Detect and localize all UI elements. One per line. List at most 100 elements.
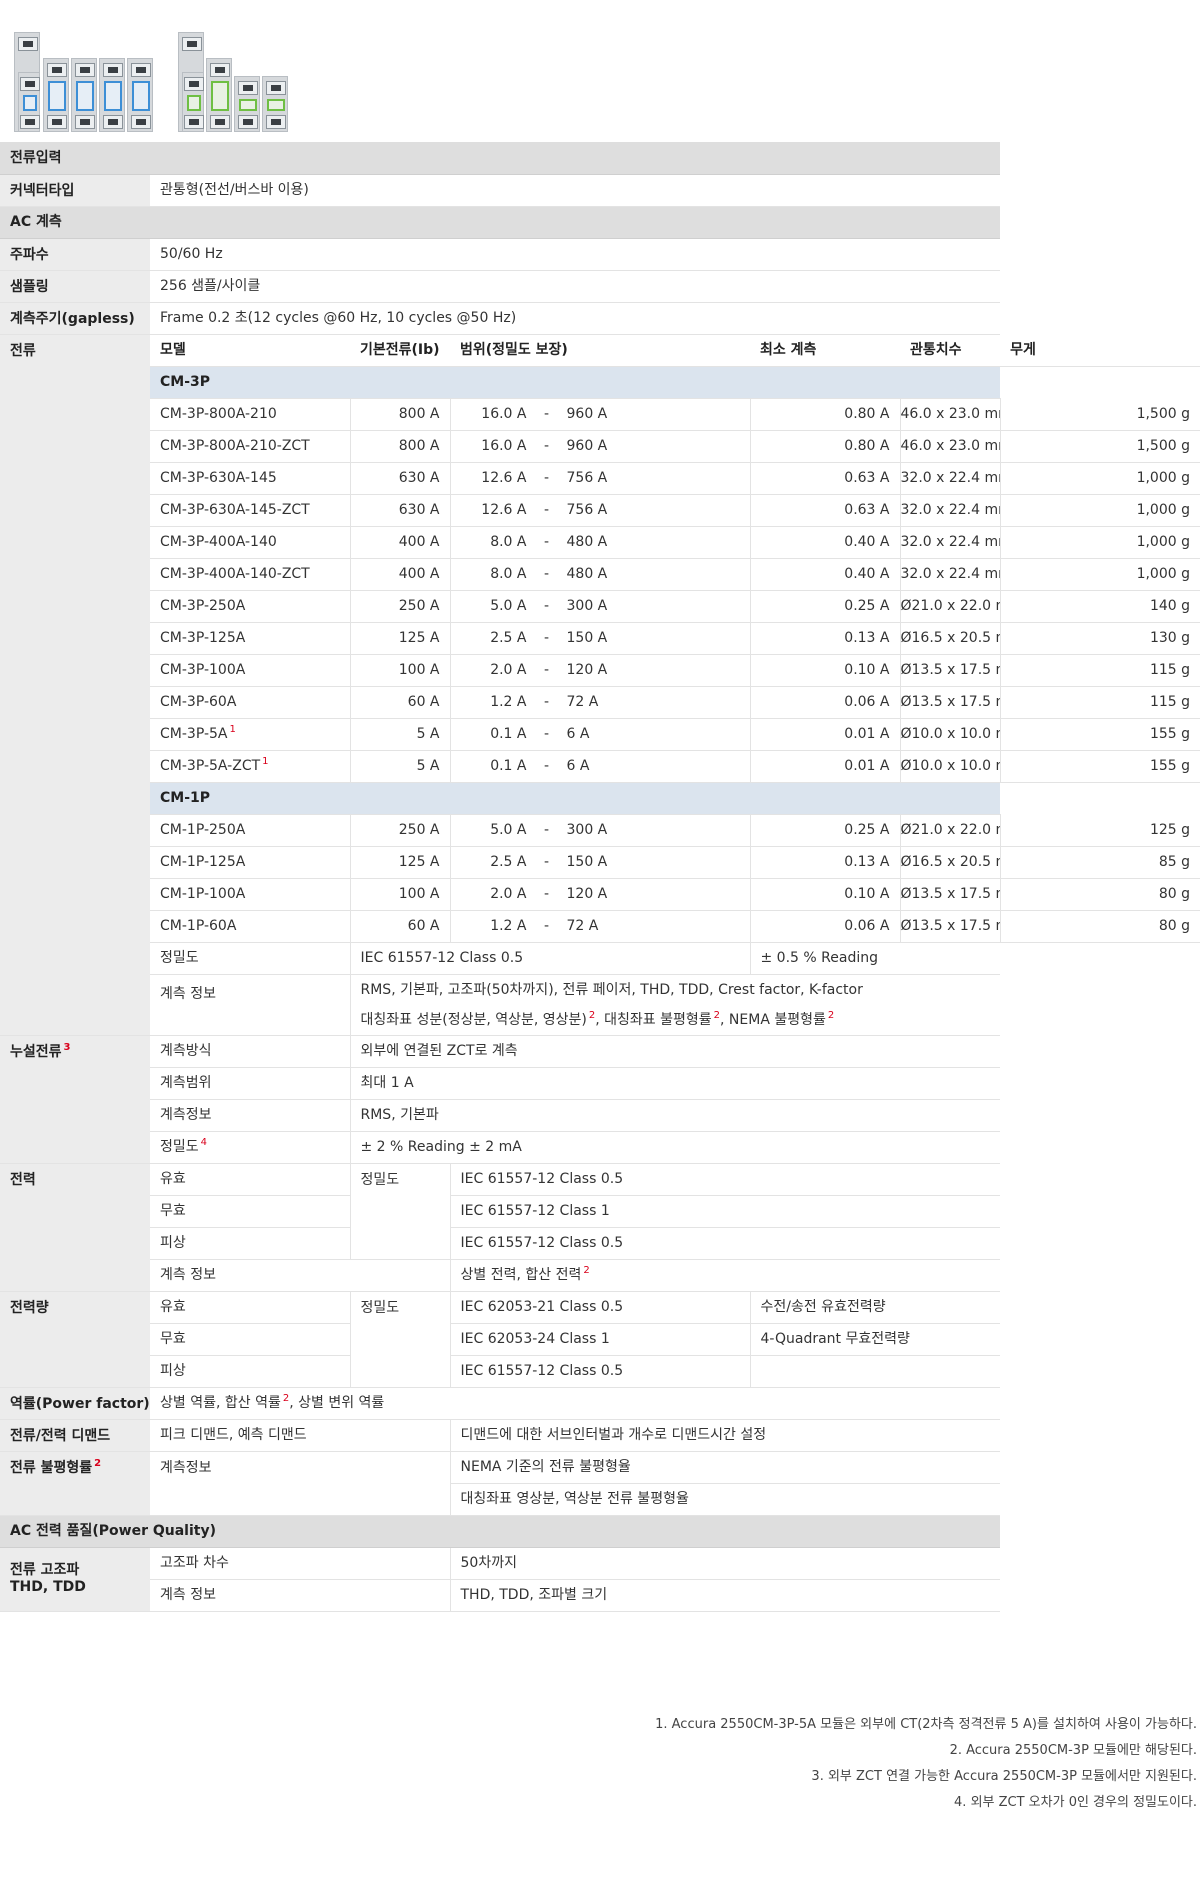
sub-value: 대칭좌표 영상분, 역상분 전류 불평형율 — [449, 1483, 1001, 1516]
base-current: 60 A — [349, 686, 450, 719]
range-low: 1.2 A — [490, 694, 527, 710]
range-low: 0.1 A — [490, 726, 527, 742]
footnote-ref: 2 — [588, 1009, 596, 1021]
base-current: 400 A — [349, 526, 450, 559]
product-module — [234, 76, 260, 132]
col-header-min: 최소 계측 — [750, 334, 900, 367]
product-module — [99, 58, 125, 132]
base-current: 250 A — [349, 814, 450, 847]
model-name: CM-1P-250A — [150, 814, 350, 847]
range-dash: - — [543, 918, 550, 934]
hole-size: Ø13.5 x 17.5 mm — [899, 910, 1001, 943]
range-cell: 2.5 A -150 A — [449, 622, 750, 655]
table-row: 전력 유효 정밀도 IEC 61557-12 Class 0.5 — [0, 1163, 1200, 1292]
range-low: 1.2 A — [490, 918, 527, 934]
spec-table: 전류입력 커넥터타입 관통형(전선/버스바 이용) AC 계측 주파수 50/60 Hz 샘… — [0, 142, 1200, 1612]
spec-value: Frame 0.2 초(12 cycles @60 Hz, 10 cycles … — [150, 302, 1001, 335]
table-row: CM-3P-400A-140 400 A 8.0 A -480 A 0.40 A 32.0… — [0, 526, 1200, 559]
hole-size: Ø21.0 x 22.0 mm — [899, 590, 1001, 623]
range-dash: - — [543, 726, 550, 742]
table-row: CM-3P-60A 60 A 1.2 A -72 A 0.06 A Ø13.5 x 17.… — [0, 686, 1200, 719]
accuracy-label: 정밀도 — [349, 1163, 450, 1260]
table-row: 계측범위 최대 1 A — [0, 1067, 1200, 1100]
sub-value: THD, TDD, 조파별 크기 — [449, 1579, 1001, 1612]
range-dash: - — [543, 598, 550, 614]
table-row: 전류 고조파 THD, TDD 고조파 차수 50차까지 — [0, 1547, 1200, 1612]
spec-label: 샘플링 — [0, 270, 150, 303]
weight: 115 g — [999, 654, 1200, 687]
range-values: 2.0 A -120 A — [451, 885, 750, 903]
range-cell: 8.0 A -480 A — [449, 558, 750, 591]
range-dash: - — [543, 662, 550, 678]
base-current: 60 A — [349, 910, 450, 943]
model-name: CM-1P-125A — [150, 846, 350, 879]
weight: 1,500 g — [999, 430, 1200, 463]
product-module — [262, 76, 288, 132]
footnote-ref: 3 — [63, 1041, 71, 1053]
hole-size: Ø21.0 x 22.0 mm — [899, 814, 1001, 847]
table-row: 계측 정보 RMS, 기본파, 고조파(50차까지), 전류 페이저, THD, … — [0, 974, 1200, 1036]
range-values: 16.0 A -960 A — [451, 437, 750, 455]
range-values: 1.2 A -72 A — [451, 693, 750, 711]
sub-label: 계측방식 — [150, 1035, 350, 1068]
rj45-port-icon — [47, 115, 67, 129]
spec-value: 상별 역률, 합산 역률 2, 상별 변위 역률 — [150, 1387, 1001, 1420]
range-values: 5.0 A -300 A — [451, 821, 750, 839]
table-row: CM-3P-630A-145-ZCT 630 A 12.6 A -756 A 0.63 … — [0, 494, 1200, 527]
table-row: 전력량 유효 정밀도 IEC 62053-21 Class 0.5 수전/송전 유효전력… — [0, 1291, 1200, 1388]
info-line-1: RMS, 기본파, 고조파(50차까지), 전류 페이저, THD, TDD, … — [360, 981, 863, 998]
model-name: CM-3P-400A-140 — [150, 526, 350, 559]
range-high: 120 A — [566, 662, 608, 678]
range-cell: 12.6 A -756 A — [449, 462, 750, 495]
min-measure: 0.80 A — [749, 430, 900, 463]
spec-value: 50/60 Hz — [150, 238, 1001, 271]
section-header: AC 전력 품질(Power Quality) — [0, 1515, 1001, 1548]
sub-value: RMS, 기본파 — [349, 1099, 1001, 1132]
footnote-ref: 2 — [282, 1393, 290, 1405]
table-row: CM-3P-125A 125 A 2.5 A -150 A 0.13 A Ø16.5 x … — [0, 622, 1200, 655]
weight: 125 g — [999, 814, 1200, 847]
footnote-ref: 1 — [262, 756, 269, 768]
table-row: CM-1P-250A 250 A 5.0 A -300 A 0.25 A Ø21.0 x … — [0, 814, 1200, 847]
rj45-port-icon — [131, 115, 151, 129]
range-dash: - — [543, 886, 550, 902]
range-high: 150 A — [566, 854, 608, 870]
footnote: 1. Accura 2550CM-3P-5A 모듈은 외부에 CT(2차측 정격… — [655, 1717, 1197, 1732]
lcd-screen-icon — [132, 81, 150, 111]
model-name: CM-3P-125A — [150, 622, 350, 655]
range-dash: - — [543, 502, 550, 518]
model-name: CM-1P-60A — [150, 910, 350, 943]
range-low: 8.0 A — [490, 534, 527, 550]
lcd-screen-icon — [104, 81, 122, 111]
base-current: 100 A — [349, 654, 450, 687]
spec-value: 디맨드에 대한 서브인터벌과 개수로 디맨드시간 설정 — [449, 1419, 1001, 1452]
hole-size: 32.0 x 22.4 mm — [899, 526, 1001, 559]
accuracy-extra: ± 0.5 % Reading — [749, 942, 1001, 975]
table-header-row: 전류 모델 기본전류(Ib) 범위(정밀도 보장) 최소 계측 관통치수 무게 — [0, 334, 1200, 1036]
base-current: 5 A — [349, 718, 450, 751]
rj45-port-icon — [103, 115, 123, 129]
range-low: 2.0 A — [490, 662, 527, 678]
range-dash: - — [543, 470, 550, 486]
range-values: 8.0 A -480 A — [451, 565, 750, 583]
weight: 115 g — [999, 686, 1200, 719]
range-values: 0.1 A-6 A — [451, 725, 750, 743]
range-cell: 2.5 A -150 A — [449, 846, 750, 879]
table-row: CM-1P-100A 100 A 2.0 A -120 A 0.10 A Ø13.5 x … — [0, 878, 1200, 911]
rj45-port-icon — [184, 115, 204, 129]
footnote-ref: 2 — [583, 1265, 590, 1277]
sub-value: IEC 62053-21 Class 0.5 — [449, 1291, 750, 1324]
sub-note — [749, 1355, 1001, 1388]
spec-label-demand: 전류/전력 디맨드 — [0, 1419, 150, 1452]
hole-size: Ø10.0 x 10.0 mm — [899, 750, 1001, 783]
min-measure: 0.40 A — [749, 558, 900, 591]
range-high: 72 A — [566, 694, 599, 710]
weight: 1,000 g — [999, 558, 1200, 591]
table-row: 샘플링 256 샘플/사이클 — [0, 270, 1200, 303]
sub-label: 피상 — [150, 1227, 350, 1260]
rj45-port-icon — [182, 37, 202, 51]
weight: 80 g — [999, 878, 1200, 911]
min-measure: 0.06 A — [749, 686, 900, 719]
spec-label-leakage: 누설전류 3 — [0, 1035, 150, 1164]
range-low: 0.1 A — [490, 758, 527, 774]
